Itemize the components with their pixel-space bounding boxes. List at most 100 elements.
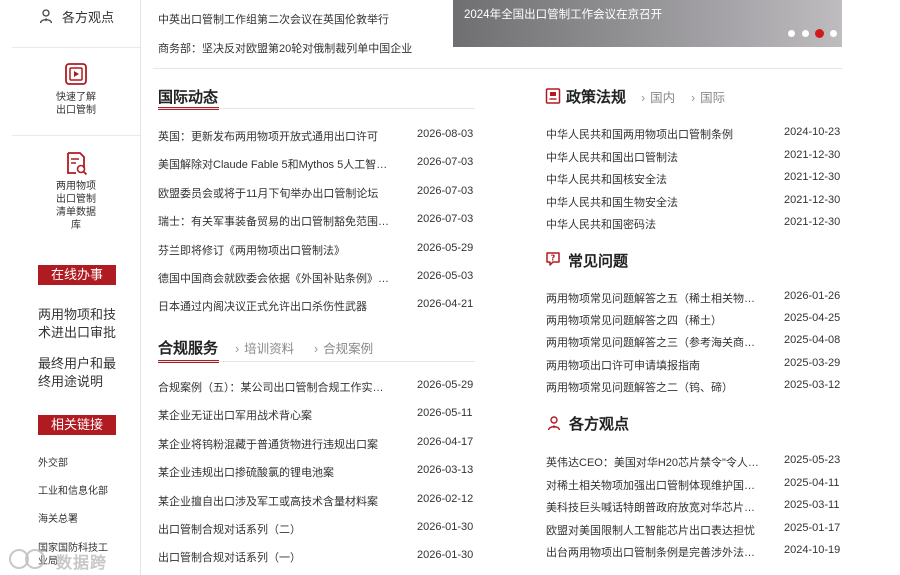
item-title: 英国：更新发布两用物项开放式通用出口许可 (158, 131, 378, 143)
item-date: 2026-07-03 (417, 184, 474, 197)
compliance-title[interactable]: 合规服务 (158, 337, 218, 358)
case-row[interactable]: 出口管制合规对话系列（一） 2026-01-30 (158, 549, 487, 565)
carousel-dot[interactable] (830, 30, 837, 37)
case-row[interactable]: 某企业将钨粉混藏于普通货物进行违规出口案 2026-04-17 (158, 436, 487, 452)
policy-row[interactable]: 中华人民共和国生物安全法 2021-12-30 (546, 194, 854, 210)
item-title: 德国中国商会就欧委会依据《外国补贴条例》… (158, 273, 389, 285)
faq-title[interactable]: 常见问题 (568, 250, 628, 271)
item-title: 合规案例（五）：某公司出口管制合规工作实… (158, 382, 384, 394)
sidebar: 各方观点 快速了解 出口管制 两用物项 出口管制 清单数据 库 在线办事 两用物… (0, 0, 141, 575)
item-date: 2024-10-23 (784, 126, 841, 138)
item-date: 2025-03-11 (784, 499, 840, 511)
item-title: 出口管制合规对话系列（一） (158, 552, 301, 565)
sidebar-link-export-approval[interactable]: 两用物项和技 术进出口审批 (38, 306, 128, 342)
policy-row[interactable]: 中华人民共和国密码法 2021-12-30 (546, 216, 854, 232)
item-date: 2026-01-26 (784, 290, 841, 302)
faq-row[interactable]: 两用物项常见问题解答之二（钨、碲） 2025-03-12 (546, 379, 854, 395)
item-title: 出台两用物项出口管制条例是完善涉外法… (546, 547, 755, 559)
views-title[interactable]: 各方观点 (569, 413, 629, 434)
item-date: 2021-12-30 (784, 193, 841, 206)
item-title: 某企业擅自出口涉及军工或高技术含量材料案 (158, 495, 378, 508)
faq-row[interactable]: 两用物项出口许可申请填报指南 2025-03-29 (546, 357, 854, 373)
item-title: 中华人民共和国密码法 (546, 219, 656, 231)
item-date: 2025-04-25 (784, 312, 841, 325)
item-title: 两用物项常见问题解答之四（稀土） (546, 315, 722, 328)
item-title: 两用物项常见问题解答之三（参考海关商… (546, 337, 755, 350)
sidebar-link-customs[interactable]: 海关总署 (38, 513, 128, 526)
item-date: 2026-01-30 (417, 521, 474, 533)
item-title: 某企业违规出口掺硫酸氯的锂电池案 (158, 467, 334, 480)
case-row[interactable]: 出口管制合规对话系列（二） 2026-01-30 (158, 521, 487, 537)
item-title: 欧盟对美国限制人工智能芯片出口表达担忧 (546, 524, 755, 537)
document-search-icon (67, 152, 88, 176)
item-date: 2026-05-03 (417, 270, 474, 282)
news-row[interactable]: 瑞士：有关军事装备贸易的出口管制豁免范围… 2026-07-03 (158, 213, 487, 229)
opinion-row[interactable]: 欧盟对美国限制人工智能芯片出口表达担忧 2025-01-17 (546, 522, 854, 538)
tab-training-materials[interactable]: › 培训资料 (235, 338, 294, 357)
sidebar-item-label: 两用物项 出口管制 清单数据 库 (56, 181, 96, 231)
item-title: 中华人民共和国出口管制法 (546, 151, 678, 164)
sidebar-item-quick-intro[interactable]: 快速了解 出口管制 (12, 61, 140, 136)
user-tie-icon (547, 416, 561, 431)
chevron-right-icon: › (235, 342, 240, 356)
faq-row[interactable]: 两用物项常见问题解答之四（稀土） 2025-04-25 (546, 312, 854, 328)
sidebar-item-label: 各方观点 (62, 10, 115, 25)
carousel-dot[interactable] (802, 30, 809, 37)
item-date: 2021-12-30 (784, 216, 841, 228)
tab-domestic[interactable]: › 国内 (641, 87, 675, 106)
intl-news-title[interactable]: 国际动态 (158, 86, 218, 107)
case-row[interactable]: 某企业擅自出口涉及军工或高技术含量材料案 2026-02-12 (158, 493, 487, 509)
item-title: 美科技巨头喊话特朗普政府放宽对华芯片… (546, 502, 755, 514)
item-title: 日本通过内阁决议正式允许出口杀伤性武器 (158, 301, 367, 314)
news-row[interactable]: 芬兰即将修订《两用物项出口管制法》 2026-05-29 (158, 242, 487, 258)
top-news-link[interactable]: 商务部：坚决反对欧盟第20轮对俄制裁列单中国企业 (158, 40, 412, 56)
sidebar-link-miit[interactable]: 工业和信息化部 (38, 485, 128, 498)
item-title: 两用物项常见问题解答之五（稀土相关物… (546, 293, 755, 305)
item-date: 2025-05-23 (784, 454, 841, 466)
carousel-dot[interactable] (788, 30, 795, 37)
item-date: 2025-04-08 (784, 334, 841, 347)
chevron-right-icon: › (691, 91, 696, 105)
opinion-row[interactable]: 美科技巨头喊话特朗普政府放宽对华芯片… 2025-03-11 (546, 499, 854, 515)
sidebar-item-dual-use-database[interactable]: 两用物项 出口管制 清单数据 库 (12, 150, 140, 247)
item-title: 欧盟委员会或将于11月下旬举办出口管制论坛 (158, 187, 379, 200)
policy-row[interactable]: 中华人民共和国出口管制法 2021-12-30 (546, 149, 854, 165)
news-row[interactable]: 英国：更新发布两用物项开放式通用出口许可 2026-08-03 (158, 128, 487, 144)
item-title: 芬兰即将修订《两用物项出口管制法》 (158, 244, 345, 257)
divider (158, 361, 475, 362)
case-row[interactable]: 某企业违规出口掺硫酸氯的锂电池案 2026-03-13 (158, 464, 487, 480)
item-title: 两用物项出口许可申请填报指南 (546, 359, 700, 372)
news-row[interactable]: 德国中国商会就欧委会依据《外国补贴条例》… 2026-05-03 (158, 270, 487, 286)
user-tie-icon (39, 9, 53, 24)
sidebar-link-end-user[interactable]: 最终用户和最 终用途说明 (38, 355, 128, 391)
opinion-row[interactable]: 对稀土相关物项加强出口管制体现维护国… 2025-04-11 (546, 477, 854, 493)
opinion-row[interactable]: 出台两用物项出口管制条例是完善涉外法… 2024-10-19 (546, 544, 854, 560)
faq-row[interactable]: 两用物项常见问题解答之三（参考海关商… 2025-04-08 (546, 334, 854, 350)
divider (158, 108, 475, 109)
sidebar-item-label: 快速了解 出口管制 (56, 92, 96, 116)
opinion-row[interactable]: 英伟达CEO：美国对华H20芯片禁令"令人… 2025-05-23 (546, 454, 854, 470)
faq-row[interactable]: 两用物项常见问题解答之五（稀土相关物… 2026-01-26 (546, 290, 854, 306)
item-title: 某企业将钨粉混藏于普通货物进行违规出口案 (158, 438, 378, 451)
sidebar-link-mfa[interactable]: 外交部 (38, 457, 128, 470)
tab-international[interactable]: › 国际 (691, 87, 725, 106)
divider (153, 68, 842, 69)
question-chat-icon: ? (546, 252, 560, 266)
sidebar-item-views[interactable]: 各方观点 (12, 0, 140, 48)
news-row[interactable]: 欧盟委员会或将于11月下旬举办出口管制论坛 2026-07-03 (158, 185, 487, 201)
item-date: 2026-05-29 (417, 241, 474, 254)
news-row[interactable]: 日本通过内阁决议正式允许出口杀伤性武器 2026-04-21 (158, 298, 487, 314)
case-row[interactable]: 合规案例（五）：某公司出口管制合规工作实… 2026-05-29 (158, 379, 487, 395)
carousel-caption: 2024年全国出口管制工作会议在京召开 (464, 9, 663, 21)
case-row[interactable]: 某企业无证出口军用战术背心案 2026-05-11 (158, 407, 487, 423)
news-carousel[interactable]: 2024年全国出口管制工作会议在京召开 (453, 0, 842, 47)
policy-title[interactable]: 政策法规 (566, 86, 626, 107)
top-news-link[interactable]: 中英出口管制工作组第二次会议在英国伦敦举行 (158, 11, 389, 27)
policy-row[interactable]: 中华人民共和国两用物项出口管制条例 2024-10-23 (546, 126, 854, 142)
news-row[interactable]: 美国解除对Claude Fable 5和Mythos 5人工智能… 2026-07… (158, 156, 487, 172)
item-date: 2026-03-13 (417, 464, 474, 477)
tab-compliance-cases[interactable]: › 合规案例 (314, 338, 373, 357)
policy-row[interactable]: 中华人民共和国核安全法 2021-12-30 (546, 171, 854, 187)
item-title: 对稀土相关物项加强出口管制体现维护国… (546, 479, 755, 492)
carousel-dot[interactable] (815, 29, 824, 38)
